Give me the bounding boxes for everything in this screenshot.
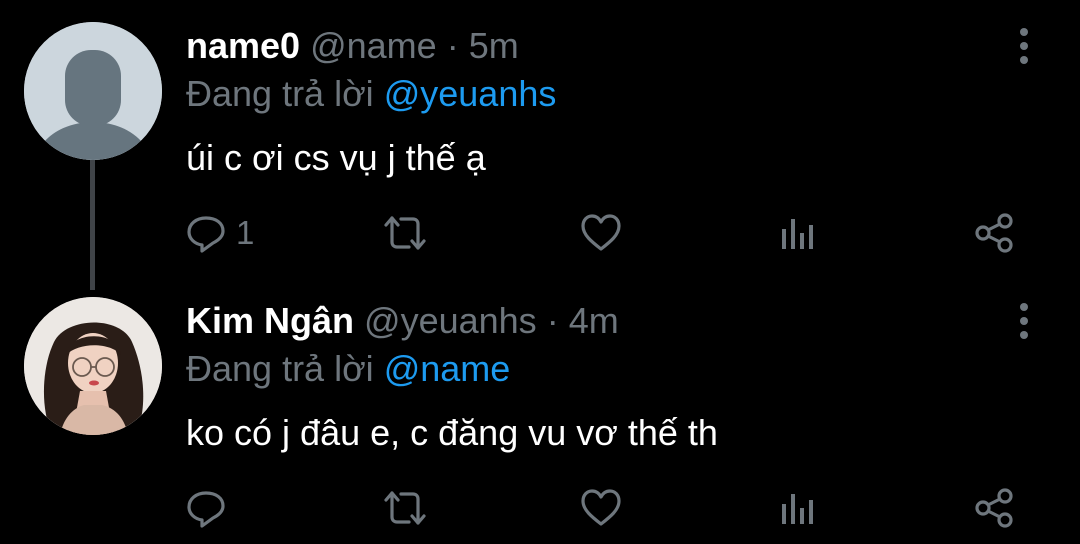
tweet[interactable]: Kim Ngân @yeuanhs · 4m Đang trả lời @nam… (0, 275, 1080, 544)
analytics-button[interactable] (778, 208, 818, 258)
user-handle[interactable]: @yeuanhs (364, 300, 537, 341)
retweet-icon (384, 491, 426, 525)
reply-button[interactable] (186, 483, 236, 533)
heart-icon (581, 489, 621, 526)
more-vertical-icon (1020, 303, 1028, 339)
replying-to-label: Đang trả lời (186, 348, 374, 389)
tweet-header: name0 @name · 5m (186, 24, 519, 68)
profile-photo (24, 297, 162, 435)
reply-count: 1 (236, 214, 255, 251)
avatar[interactable] (24, 297, 162, 435)
timestamp[interactable]: 5m (469, 25, 519, 66)
retweet-button[interactable] (382, 208, 428, 258)
tweet[interactable]: name0 @name · 5m Đang trả lời @yeuanhs ú… (0, 0, 1080, 275)
share-button[interactable] (974, 208, 1016, 258)
more-options-button[interactable] (1010, 26, 1038, 66)
share-icon (975, 488, 1013, 528)
display-name[interactable]: Kim Ngân (186, 300, 354, 341)
reply-icon (187, 491, 225, 528)
analytics-icon (782, 494, 813, 524)
share-button[interactable] (974, 483, 1016, 533)
replying-to-label: Đang trả lời (186, 73, 374, 114)
separator-dot: · (446, 25, 459, 66)
more-vertical-icon (1020, 28, 1028, 64)
default-avatar-icon (24, 22, 162, 160)
separator-dot: · (546, 300, 559, 341)
timestamp[interactable]: 4m (569, 300, 619, 341)
analytics-icon (782, 219, 813, 249)
heart-icon (581, 214, 621, 251)
tweet-text: úi c ơi cs vụ j thế ạ (186, 137, 486, 178)
replying-to-handle[interactable]: @yeuanhs (384, 73, 557, 114)
retweet-button[interactable] (382, 483, 428, 533)
like-button[interactable] (580, 483, 622, 533)
more-options-button[interactable] (1010, 301, 1038, 341)
replying-to: Đang trả lời @yeuanhs (186, 72, 556, 116)
replying-to: Đang trả lời @name (186, 347, 510, 391)
analytics-button[interactable] (778, 483, 818, 533)
reply-button[interactable]: 1 (186, 208, 254, 258)
display-name[interactable]: name0 (186, 25, 300, 66)
retweet-icon (384, 216, 426, 250)
avatar[interactable] (24, 22, 162, 160)
tweet-header: Kim Ngân @yeuanhs · 4m (186, 299, 619, 343)
tweet-text: ko có j đâu e, c đăng vu vơ thế th (186, 412, 718, 453)
tweet-actions: 1 (0, 208, 1080, 258)
reply-icon (187, 216, 225, 253)
user-handle[interactable]: @name (310, 25, 437, 66)
like-button[interactable] (580, 208, 622, 258)
replying-to-handle[interactable]: @name (384, 348, 511, 389)
tweet-actions (0, 483, 1080, 533)
tweet-thread: name0 @name · 5m Đang trả lời @yeuanhs ú… (0, 0, 1080, 544)
share-icon (975, 213, 1013, 253)
